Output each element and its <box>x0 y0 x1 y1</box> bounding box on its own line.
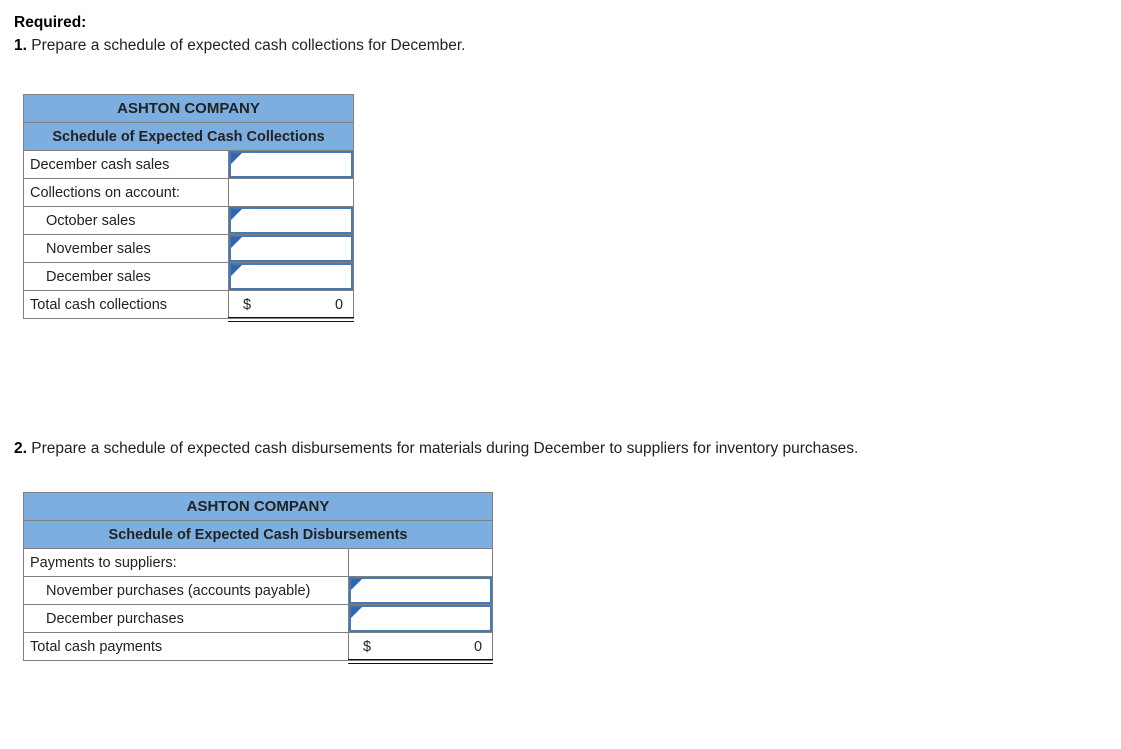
row-label-collections-on-account: Collections on account: <box>23 178 229 207</box>
table-subheader-row: Schedule of Expected Cash Disbursements <box>22 520 494 549</box>
row-label-total-cash-payments: Total cash payments <box>23 632 349 661</box>
question-2-instructions: 2. Prepare a schedule of expected cash d… <box>14 437 1114 461</box>
input-cell-december-purchases[interactable] <box>347 604 494 633</box>
input-cell-october-sales[interactable] <box>227 206 355 235</box>
table-subheader-row: Schedule of Expected Cash Collections <box>22 122 355 151</box>
row-label-october-sales: October sales <box>23 206 229 235</box>
table-row: December purchases <box>23 604 494 633</box>
required-heading: Required: <box>14 14 87 31</box>
collections-company-name: ASHTON COMPANY <box>22 94 355 123</box>
table-row: October sales <box>23 206 355 235</box>
input-cell-december-cash-sales[interactable] <box>227 150 355 179</box>
table-row: December cash sales <box>23 150 355 179</box>
table-row: November purchases (accounts payable) <box>23 576 494 605</box>
table-header-row: ASHTON COMPANY <box>22 94 355 123</box>
total-amount: 0 <box>334 296 344 313</box>
currency-symbol: $ <box>243 296 252 313</box>
question-1-number: 1. <box>14 37 27 54</box>
row-label-december-sales: December sales <box>23 262 229 291</box>
entry-box[interactable] <box>229 263 354 290</box>
row-label-november-purchases: November purchases (accounts payable) <box>23 576 349 605</box>
collections-schedule-subtitle: Schedule of Expected Cash Collections <box>22 122 355 151</box>
disbursements-company-name: ASHTON COMPANY <box>22 492 494 521</box>
table-row: Collections on account: <box>23 178 355 207</box>
cash-disbursements-table[interactable]: ASHTON COMPANY Schedule of Expected Cash… <box>22 492 494 664</box>
entry-box[interactable] <box>349 605 493 632</box>
row-label-november-sales: November sales <box>23 234 229 263</box>
question-2-line: 2. Prepare a schedule of expected cash d… <box>14 437 1114 461</box>
table-total-row: Total cash payments $ 0 <box>23 632 494 664</box>
total-amount: 0 <box>473 638 483 655</box>
row-label-total-cash-collections: Total cash collections <box>23 290 229 319</box>
entry-box[interactable] <box>229 235 354 262</box>
question-2-text: Prepare a schedule of expected cash disb… <box>31 440 859 457</box>
total-cash-collections-value: $ 0 <box>227 290 355 322</box>
question-1-text: Prepare a schedule of expected cash coll… <box>31 37 466 54</box>
table-row: December sales <box>23 262 355 291</box>
table-total-row: Total cash collections $ 0 <box>23 290 355 322</box>
disbursements-schedule-subtitle: Schedule of Expected Cash Disbursements <box>22 520 494 549</box>
cash-collections-table[interactable]: ASHTON COMPANY Schedule of Expected Cash… <box>22 94 355 322</box>
row-label-payments-to-suppliers: Payments to suppliers: <box>23 548 349 577</box>
empty-cell-payments-to-suppliers <box>347 548 494 577</box>
double-underline <box>228 317 355 322</box>
row-label-december-cash-sales: December cash sales <box>23 150 229 179</box>
question-1-line: 1. Prepare a schedule of expected cash c… <box>14 34 1114 58</box>
input-cell-december-sales[interactable] <box>227 262 355 291</box>
entry-box[interactable] <box>229 207 354 234</box>
entry-box[interactable] <box>229 151 354 178</box>
question-2-number: 2. <box>14 440 27 457</box>
input-cell-november-sales[interactable] <box>227 234 355 263</box>
double-underline <box>348 659 494 664</box>
row-label-december-purchases: December purchases <box>23 604 349 633</box>
total-cash-payments-value: $ 0 <box>347 632 494 664</box>
currency-symbol: $ <box>363 638 372 655</box>
empty-cell-collections-on-account <box>227 178 355 207</box>
entry-box[interactable] <box>349 577 493 604</box>
table-row: November sales <box>23 234 355 263</box>
input-cell-november-purchases[interactable] <box>347 576 494 605</box>
table-header-row: ASHTON COMPANY <box>22 492 494 521</box>
required-instructions: Required: 1. Prepare a schedule of expec… <box>14 12 1114 58</box>
table-row: Payments to suppliers: <box>23 548 494 577</box>
